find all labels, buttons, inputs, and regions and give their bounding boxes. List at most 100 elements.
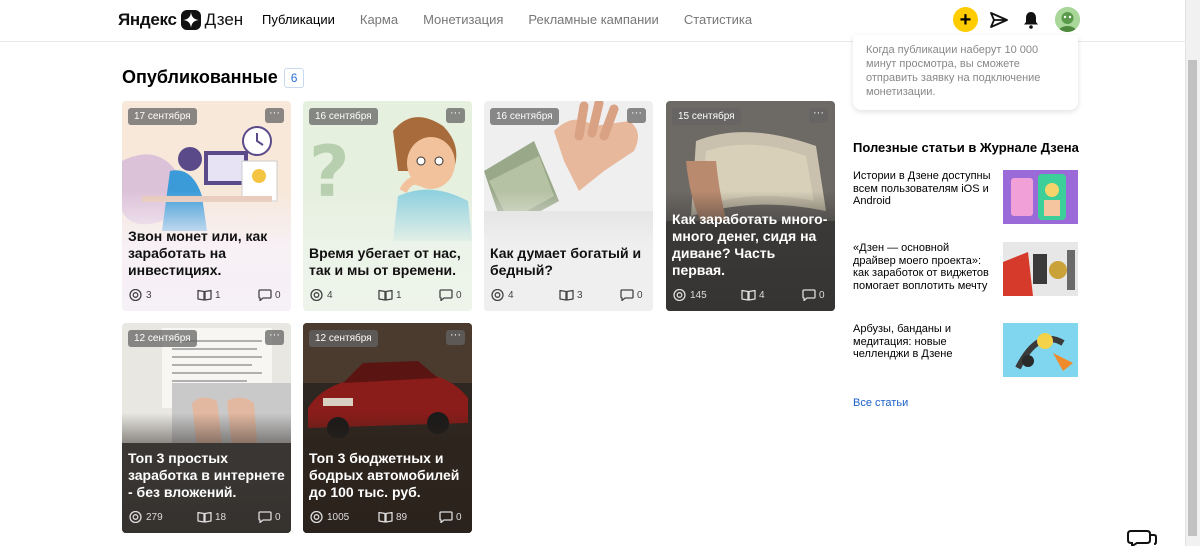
useful-articles-title: Полезные статьи в Журнале Дзена: [853, 140, 1079, 155]
comments-stat: 0: [802, 289, 825, 301]
article-thumbnail: [1003, 242, 1078, 296]
journal-article-item[interactable]: «Дзен — основной драйвер моего проекта»:…: [853, 242, 1078, 296]
main-nav: Публикации Карма Монетизация Рекламные к…: [262, 12, 777, 27]
publication-card[interactable]: 17 сентября ··· Звон монет или, как зара…: [122, 101, 291, 311]
publication-card[interactable]: 16 сентября ··· Как думает богатый и бед…: [484, 101, 653, 311]
comments-count: 0: [819, 289, 825, 301]
all-articles-link[interactable]: Все статьи: [853, 397, 908, 409]
bell-icon[interactable]: [1020, 9, 1042, 31]
comment-icon: [439, 289, 453, 301]
comments-count: 0: [275, 289, 281, 301]
card-title: Топ 3 бюджетных и бодрых автомобилей до …: [309, 450, 460, 500]
card-title: Топ 3 простых заработка в интернете - бе…: [128, 450, 285, 500]
publication-card[interactable]: 12 сентября ··· Топ 3 бюджетных и бодрых…: [303, 323, 472, 533]
comment-icon: [620, 289, 634, 301]
book-icon: [741, 289, 756, 301]
views-count: 4: [327, 289, 333, 301]
views-stat: 3: [128, 289, 152, 301]
user-avatar[interactable]: [1055, 7, 1080, 32]
support-chat-icon[interactable]: [1127, 528, 1157, 546]
reads-count: 1: [215, 289, 221, 301]
header-actions: +: [953, 7, 1080, 32]
article-thumbnail: [1003, 170, 1078, 224]
card-menu-button[interactable]: ···: [809, 108, 828, 123]
published-section-header: Опубликованные 6: [122, 67, 305, 88]
card-stats: 3 1 0: [128, 289, 281, 303]
card-title: Время убегает от нас, так и мы от времен…: [309, 245, 461, 278]
eye-icon: [129, 289, 142, 301]
journal-article-item[interactable]: Арбузы, банданы и медитация: новые челле…: [853, 323, 1078, 377]
article-title: Арбузы, банданы и медитация: новые челле…: [853, 323, 953, 360]
book-icon: [559, 289, 574, 301]
eye-icon: [129, 511, 142, 523]
reads-stat: 3: [559, 289, 583, 301]
published-count-badge: 6: [283, 67, 305, 88]
comment-icon: [802, 289, 816, 301]
section-title: Опубликованные: [122, 67, 278, 87]
comments-count: 0: [456, 289, 462, 301]
comments-count: 0: [275, 511, 281, 523]
nav-monetization[interactable]: Монетизация: [423, 12, 503, 27]
card-stats: 1005 89 0: [309, 511, 462, 525]
send-icon[interactable]: [988, 9, 1010, 31]
card-stats: 4 3 0: [490, 289, 643, 303]
card-menu-button[interactable]: ···: [446, 108, 465, 123]
card-menu-button[interactable]: ···: [265, 108, 284, 123]
card-menu-button[interactable]: ···: [627, 108, 646, 123]
card-date: 15 сентября: [672, 108, 741, 125]
scrollbar-thumb[interactable]: [1188, 60, 1197, 536]
views-stat: 279: [128, 511, 163, 523]
reads-count: 89: [396, 511, 408, 523]
logo-text-zen: Дзен: [204, 10, 244, 29]
card-title: Как заработать много-много денег, сидя н…: [672, 211, 828, 278]
eye-icon: [310, 289, 323, 301]
card-stats: 145 4 0: [672, 289, 825, 303]
book-icon: [197, 511, 212, 523]
nav-karma[interactable]: Карма: [360, 12, 398, 27]
card-title: Как думает богатый и бедный?: [490, 245, 642, 278]
monetization-info-box: Когда публикации наберут 10 000 минут пр…: [853, 35, 1078, 110]
reads-stat: 18: [197, 511, 226, 523]
card-date: 16 сентября: [490, 108, 559, 125]
views-stat: 4: [490, 289, 514, 301]
publication-card[interactable]: 12 сентября ··· Топ 3 простых заработка …: [122, 323, 291, 533]
publication-card[interactable]: 15 сентября ··· Как заработать много-мно…: [666, 101, 835, 311]
nav-ad-campaigns[interactable]: Рекламные кампании: [528, 12, 658, 27]
card-menu-button[interactable]: ···: [446, 330, 465, 345]
reads-stat: 89: [378, 511, 407, 523]
create-publication-button[interactable]: +: [953, 7, 978, 32]
yandex-zen-logo[interactable]: Яндекс Дзен: [118, 10, 243, 30]
comments-count: 0: [456, 511, 462, 523]
reads-count: 18: [215, 511, 227, 523]
views-count: 4: [508, 289, 514, 301]
reads-stat: 1: [378, 289, 402, 301]
nav-publications[interactable]: Публикации: [262, 12, 335, 27]
card-date: 12 сентября: [309, 330, 378, 347]
reads-count: 1: [396, 289, 402, 301]
eye-icon: [673, 289, 686, 301]
views-stat: 1005: [309, 511, 349, 523]
nav-statistics[interactable]: Статистика: [684, 12, 752, 27]
reads-stat: 1: [197, 289, 221, 301]
card-date: 17 сентября: [128, 108, 197, 125]
journal-article-item[interactable]: Истории в Дзене доступны всем пользовате…: [853, 170, 1078, 224]
card-stats: 279 18 0: [128, 511, 281, 525]
comment-icon: [258, 511, 272, 523]
views-count: 1005: [327, 511, 350, 523]
reads-count: 4: [759, 289, 765, 301]
comment-icon: [258, 289, 272, 301]
comment-icon: [439, 511, 453, 523]
reads-count: 3: [577, 289, 583, 301]
card-stats: 4 1 0: [309, 289, 462, 303]
card-date: 16 сентября: [309, 108, 378, 125]
views-stat: 4: [309, 289, 333, 301]
card-menu-button[interactable]: ···: [265, 330, 284, 345]
comments-count: 0: [637, 289, 643, 301]
publication-card[interactable]: ? 16 сентября ··· Время убегает от нас, …: [303, 101, 472, 311]
views-count: 279: [146, 511, 163, 523]
eye-icon: [491, 289, 504, 301]
comments-stat: 0: [258, 289, 281, 301]
views-count: 3: [146, 289, 152, 301]
article-title: Истории в Дзене доступны всем пользовате…: [853, 170, 991, 207]
card-date: 12 сентября: [128, 330, 197, 347]
